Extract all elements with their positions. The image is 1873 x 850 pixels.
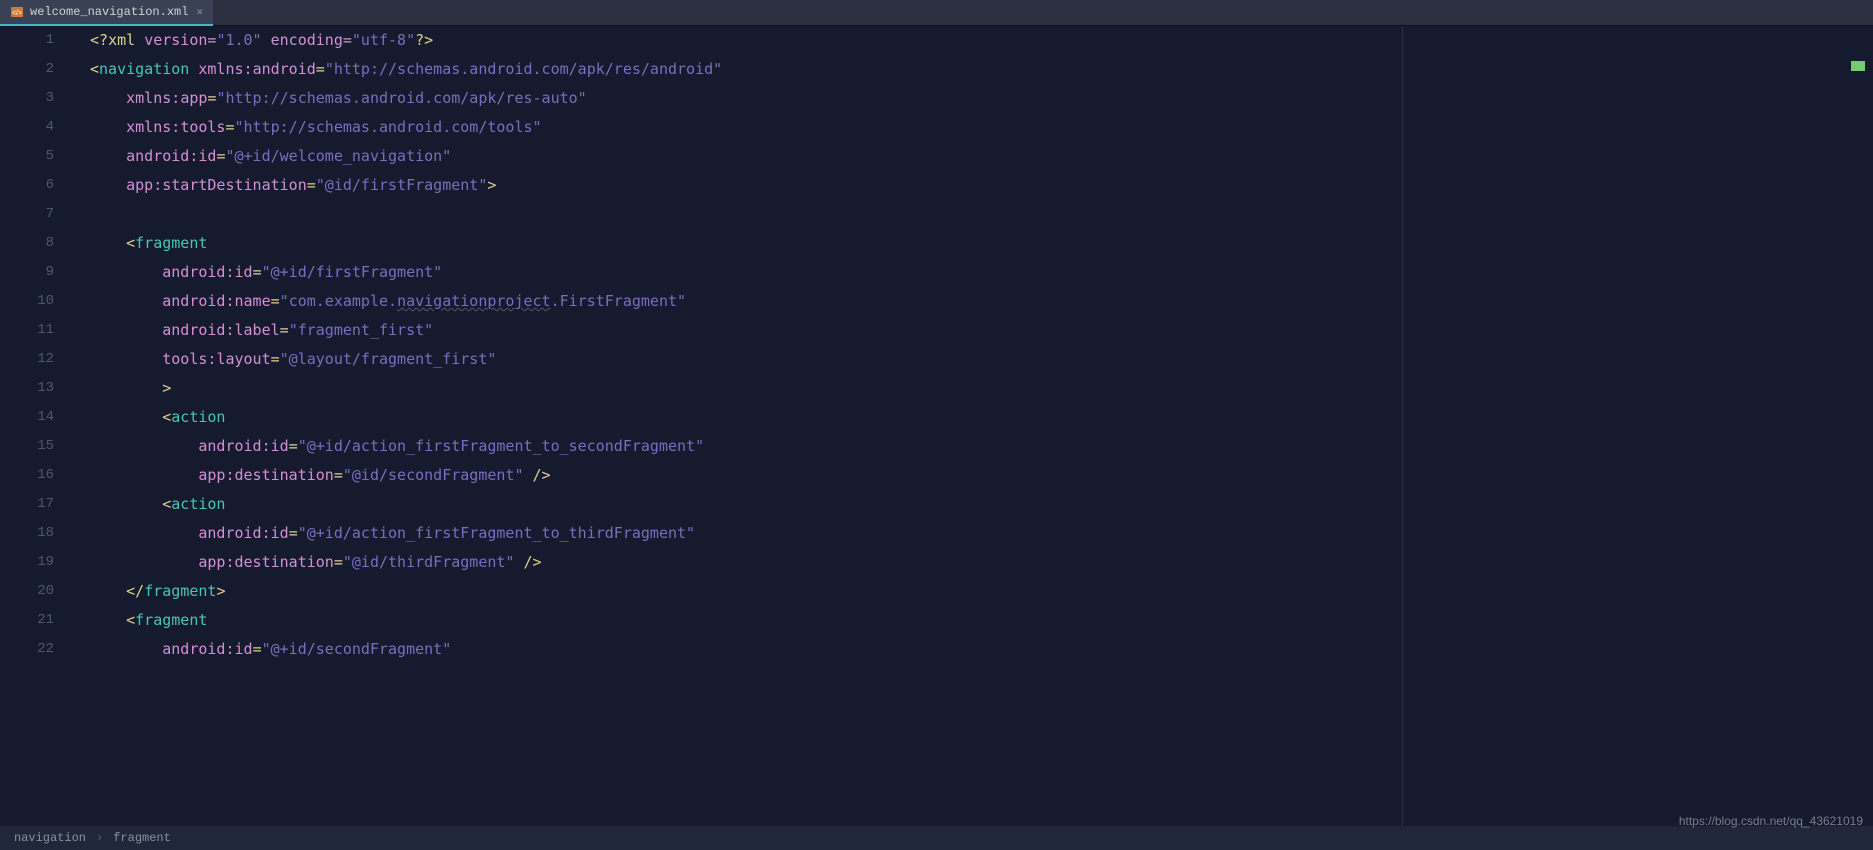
line-number-gutter: 12345678910111213141516171819202122 — [0, 26, 72, 826]
breadcrumb-item[interactable]: fragment — [113, 831, 171, 845]
code-line[interactable]: <?xml version="1.0" encoding="utf-8"?> — [90, 26, 1402, 55]
code-line[interactable] — [90, 200, 1402, 229]
xml-file-icon: </> — [10, 5, 24, 19]
code-line[interactable]: <action — [90, 403, 1402, 432]
line-number: 19 — [0, 548, 54, 577]
code-line[interactable]: android:id="@+id/firstFragment" — [90, 258, 1402, 287]
line-number: 9 — [0, 258, 54, 287]
line-number: 3 — [0, 84, 54, 113]
code-line[interactable]: android:id="@+id/action_firstFragment_to… — [90, 432, 1402, 461]
code-line[interactable]: xmlns:app="http://schemas.android.com/ap… — [90, 84, 1402, 113]
code-line[interactable]: <fragment — [90, 606, 1402, 635]
tab-filename: welcome_navigation.xml — [30, 5, 188, 19]
line-number: 8 — [0, 229, 54, 258]
code-line[interactable]: android:id="@+id/action_firstFragment_to… — [90, 519, 1402, 548]
line-number: 2 — [0, 55, 54, 84]
line-number: 21 — [0, 606, 54, 635]
line-number: 22 — [0, 635, 54, 664]
line-number: 10 — [0, 287, 54, 316]
inspection-ok-icon[interactable] — [1851, 61, 1865, 71]
line-number: 6 — [0, 171, 54, 200]
chevron-right-icon: › — [96, 831, 103, 845]
line-number: 16 — [0, 461, 54, 490]
code-line[interactable]: android:id="@+id/welcome_navigation" — [90, 142, 1402, 171]
breadcrumb: navigation › fragment — [0, 826, 1873, 850]
breadcrumb-item[interactable]: navigation — [14, 831, 86, 845]
svg-text:</>: </> — [12, 10, 22, 17]
editor-right-panel — [1403, 26, 1873, 826]
close-icon[interactable]: ✕ — [196, 5, 203, 19]
code-line[interactable]: android:id="@+id/secondFragment" — [90, 635, 1402, 664]
code-line[interactable]: android:label="fragment_first" — [90, 316, 1402, 345]
code-line[interactable]: <navigation xmlns:android="http://schema… — [90, 55, 1402, 84]
line-number: 20 — [0, 577, 54, 606]
code-line[interactable]: app:startDestination="@id/firstFragment"… — [90, 171, 1402, 200]
editor-tab[interactable]: </> welcome_navigation.xml ✕ — [0, 0, 213, 26]
code-line[interactable]: app:destination="@id/thirdFragment" /> — [90, 548, 1402, 577]
line-number: 7 — [0, 200, 54, 229]
line-number: 12 — [0, 345, 54, 374]
editor-tab-bar: </> welcome_navigation.xml ✕ — [0, 0, 1873, 26]
line-number: 11 — [0, 316, 54, 345]
line-number: 14 — [0, 403, 54, 432]
line-number: 4 — [0, 113, 54, 142]
editor-main: 12345678910111213141516171819202122 <?xm… — [0, 26, 1873, 826]
code-editor[interactable]: <?xml version="1.0" encoding="utf-8"?> <… — [72, 26, 1403, 826]
line-number: 15 — [0, 432, 54, 461]
line-number: 18 — [0, 519, 54, 548]
line-number: 17 — [0, 490, 54, 519]
code-line[interactable]: <fragment — [90, 229, 1402, 258]
code-line[interactable]: </fragment> — [90, 577, 1402, 606]
line-number: 13 — [0, 374, 54, 403]
code-line[interactable]: tools:layout="@layout/fragment_first" — [90, 345, 1402, 374]
code-line[interactable]: > — [90, 374, 1402, 403]
line-number: 1 — [0, 26, 54, 55]
line-number: 5 — [0, 142, 54, 171]
code-line[interactable]: app:destination="@id/secondFragment" /> — [90, 461, 1402, 490]
code-line[interactable]: <action — [90, 490, 1402, 519]
code-line[interactable]: xmlns:tools="http://schemas.android.com/… — [90, 113, 1402, 142]
code-line[interactable]: android:name="com.example.navigationproj… — [90, 287, 1402, 316]
